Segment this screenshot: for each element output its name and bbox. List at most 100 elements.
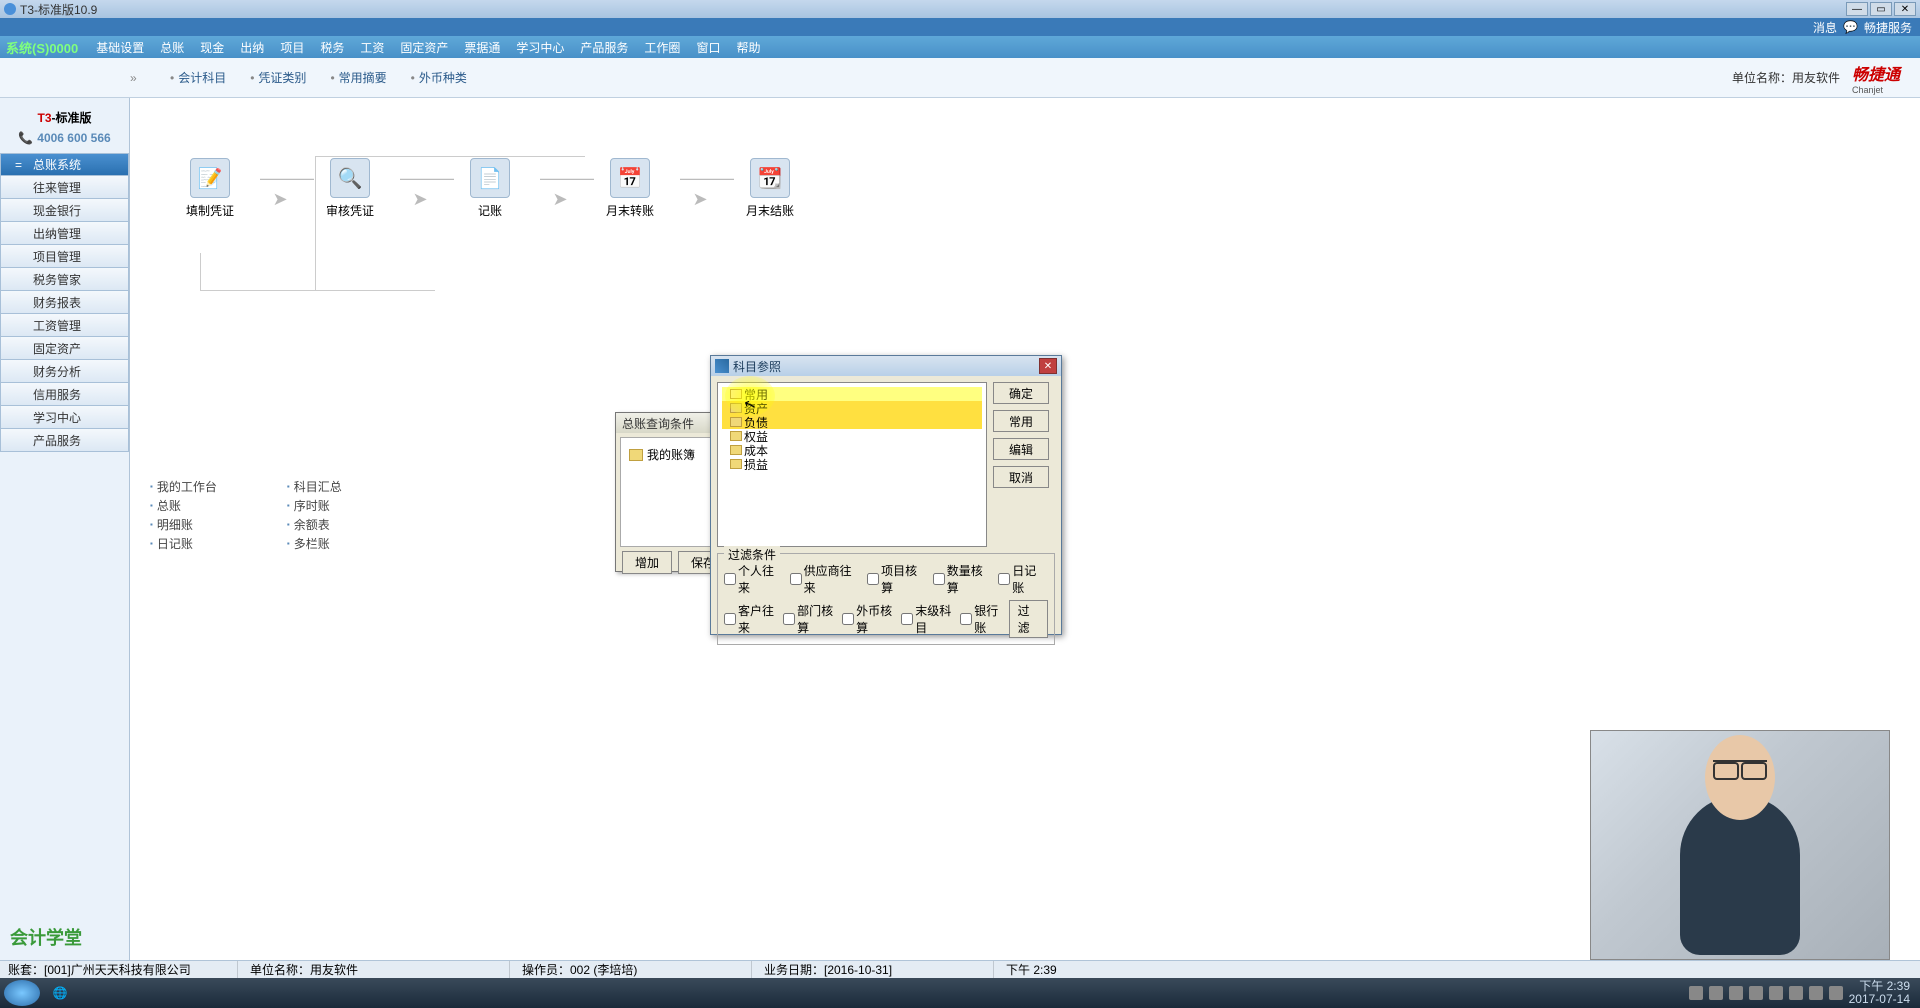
tray-icon[interactable] [1729,986,1743,1000]
tray-icon[interactable] [1769,986,1783,1000]
sidebar-item-ar[interactable]: 往来管理 [0,176,129,199]
tab-common-summary[interactable]: •常用摘要 [320,65,396,90]
menu-tax[interactable]: 税务 [312,37,352,58]
menu-workcircle[interactable]: 工作圈 [636,37,688,58]
wf-month-close[interactable]: 📆月末结账 [740,158,800,219]
link-workbench[interactable]: 我的工作台 [150,478,217,495]
audit-icon: 🔍 [330,158,370,198]
menu-bill[interactable]: 票据通 [456,37,508,58]
tree-item-liability[interactable]: 负债 [722,415,982,429]
chk-customer[interactable]: 客户往来 [724,602,779,636]
sidebar-item-report[interactable]: 财务报表 [0,291,129,314]
folder-icon [629,449,643,461]
sidebar-item-cashier[interactable]: 出纳管理 [0,222,129,245]
dialog-titlebar[interactable]: 科目参照 ✕ [711,356,1061,376]
wf-post[interactable]: 📄记账 [460,158,520,219]
notify-service-link[interactable]: 畅捷服务 [1864,19,1912,36]
link-chrono[interactable]: 序时账 [287,497,342,514]
wf-audit-voucher[interactable]: 🔍审核凭证 [320,158,380,219]
link-balance[interactable]: 余额表 [287,516,342,533]
folder-open-icon [730,389,742,399]
menu-asset[interactable]: 固定资产 [392,37,456,58]
status-date: 业务日期：[2016-10-31] [764,961,994,978]
sidebar-item-tax[interactable]: 税务管家 [0,268,129,291]
wf-month-transfer[interactable]: 📅月末转账 [600,158,660,219]
btn-filter[interactable]: 过滤 [1009,600,1048,638]
notify-bubble-icon: 💬 [1843,20,1858,34]
arrow-icon: ———➤ [680,168,720,210]
chk-journal[interactable]: 日记账 [998,562,1048,596]
webcam-overlay [1590,730,1890,960]
btn-cancel[interactable]: 取消 [993,466,1049,488]
tray-icon[interactable] [1689,986,1703,1000]
link-multi[interactable]: 多栏账 [287,535,342,552]
chk-dept[interactable]: 部门核算 [783,602,838,636]
menu-learn[interactable]: 学习中心 [508,37,572,58]
tray-icon[interactable] [1749,986,1763,1000]
btn-ok[interactable]: 确定 [993,382,1049,404]
maximize-button[interactable]: ▭ [1870,2,1892,16]
tray-icon[interactable] [1789,986,1803,1000]
menu-basic[interactable]: 基础设置 [88,37,152,58]
dialog-close-button[interactable]: ✕ [1039,358,1057,374]
menu-product[interactable]: 产品服务 [572,37,636,58]
link-detail[interactable]: 明细账 [150,516,217,533]
sidebar-item-cashbank[interactable]: 现金银行 [0,199,129,222]
tab-account-subject[interactable]: •会计科目 [160,65,236,90]
tree-item-pl[interactable]: 损益 [722,457,982,471]
bottom-links: 我的工作台 总账 明细账 日记账 科目汇总 序时账 余额表 多栏账 [150,478,342,552]
sidebar-item-project[interactable]: 项目管理 [0,245,129,268]
menu-gl[interactable]: 总账 [152,37,192,58]
link-subject-summary[interactable]: 科目汇总 [287,478,342,495]
arrow-icon: ———➤ [260,168,300,210]
sidebar-item-learn[interactable]: 学习中心 [0,406,129,429]
menu-cashier[interactable]: 出纳 [232,37,272,58]
sidebar-item-salary[interactable]: 工资管理 [0,314,129,337]
tray-icon[interactable] [1809,986,1823,1000]
menu-window[interactable]: 窗口 [688,37,728,58]
minimize-button[interactable]: — [1846,2,1868,16]
menubar-brand: 系统(S)0000 [6,38,78,57]
btn-add[interactable]: 增加 [622,551,672,574]
top-notify-bar: 消息 💬 畅捷服务 [0,18,1920,36]
chk-supplier[interactable]: 供应商往来 [790,562,864,596]
sidebar-item-asset[interactable]: 固定资产 [0,337,129,360]
chk-fx[interactable]: 外币核算 [842,602,897,636]
sidebar-item-analysis[interactable]: 财务分析 [0,360,129,383]
menu-project[interactable]: 项目 [272,37,312,58]
close-icon: 📆 [750,158,790,198]
tab-foreign-currency[interactable]: •外币种类 [401,65,477,90]
start-button[interactable] [4,980,40,1006]
chk-personal[interactable]: 个人往来 [724,562,786,596]
close-button[interactable]: ✕ [1894,2,1916,16]
subject-tree[interactable]: 常用 资产 负债 权益 成本 损益 [717,382,987,547]
arrow-icon: ———➤ [540,168,580,210]
tray-icon[interactable] [1829,986,1843,1000]
dialog-subject-ref: 科目参照 ✕ 常用 资产 负债 权益 成本 损益 确定 常用 编辑 取消 [710,355,1062,635]
taskbar-ie-icon[interactable]: 🌐 [40,980,80,1006]
chanjet-logo: 畅捷通 [1852,67,1900,84]
sidebar-item-credit[interactable]: 信用服务 [0,383,129,406]
btn-common[interactable]: 常用 [993,410,1049,432]
sidebar-item-gl[interactable]: 总账系统 [0,153,129,176]
taskbar-clock[interactable]: 下午 2:39 2017-07-14 [1849,980,1910,1006]
btn-edit[interactable]: 编辑 [993,438,1049,460]
taskbar: 🌐 下午 2:39 2017-07-14 [0,978,1920,1008]
notify-msg-link[interactable]: 消息 [1813,19,1837,36]
link-journal[interactable]: 日记账 [150,535,217,552]
chk-leaf[interactable]: 末级科目 [901,602,956,636]
menu-help[interactable]: 帮助 [728,37,768,58]
status-time: 下午 2:39 [1006,961,1206,978]
chk-qty[interactable]: 数量核算 [933,562,995,596]
tab-voucher-type[interactable]: •凭证类别 [240,65,316,90]
wf-create-voucher[interactable]: 📝填制凭证 [180,158,240,219]
chk-project[interactable]: 项目核算 [867,562,929,596]
collapse-toggle[interactable]: » [130,71,150,85]
menu-cash[interactable]: 现金 [192,37,232,58]
tray-icon[interactable] [1709,986,1723,1000]
post-icon: 📄 [470,158,510,198]
sidebar-item-product[interactable]: 产品服务 [0,429,129,452]
menu-salary[interactable]: 工资 [352,37,392,58]
link-gl[interactable]: 总账 [150,497,217,514]
chk-bank[interactable]: 银行账 [960,602,1004,636]
